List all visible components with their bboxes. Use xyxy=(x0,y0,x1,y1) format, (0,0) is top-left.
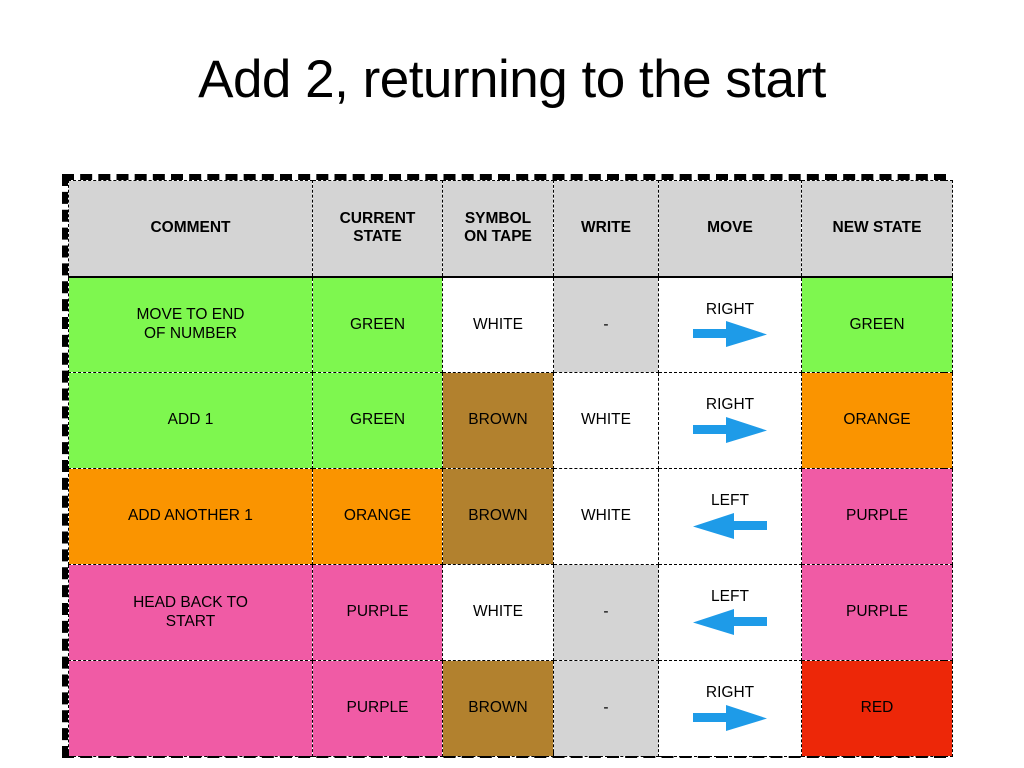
column-header-comment: COMMENT xyxy=(68,180,313,278)
cell-move: RIGHT xyxy=(658,276,802,373)
table-row: PURPLE BROWN - RIGHT RED xyxy=(68,660,953,757)
cell-current-state: PURPLE xyxy=(312,660,443,757)
cell-comment-line2: START xyxy=(165,612,216,630)
cell-write: - xyxy=(553,564,659,661)
cell-current-state: PURPLE xyxy=(312,564,443,661)
column-header-new-state: NEW STATE xyxy=(801,180,953,278)
column-header-symbol-on-tape-line2: ON TAPE xyxy=(464,228,532,246)
table-row: HEAD BACK TO START PURPLE WHITE - LEFT PURPLE xyxy=(68,564,953,661)
move-arrow-icon xyxy=(693,608,767,635)
cell-write: WHITE xyxy=(553,468,659,565)
cell-comment xyxy=(68,660,313,757)
cell-move: LEFT xyxy=(658,468,802,565)
move-label: RIGHT xyxy=(705,684,755,702)
move-content: RIGHT xyxy=(663,280,797,371)
cell-new-state: PURPLE xyxy=(801,564,953,661)
column-header-current-state-line1: CURRENT xyxy=(339,209,416,227)
cell-comment: ADD 1 xyxy=(68,372,313,469)
move-label: RIGHT xyxy=(705,396,755,414)
column-header-current-state: CURRENT STATE xyxy=(312,180,443,278)
table-header-row: COMMENT CURRENT STATE SYMBOL ON TAPE WRI… xyxy=(68,180,953,278)
cell-comment-line1: MOVE TO END xyxy=(136,306,245,324)
move-content: RIGHT xyxy=(663,663,797,754)
column-header-move: MOVE xyxy=(658,180,802,278)
move-arrow-icon xyxy=(693,321,767,347)
cell-move: RIGHT xyxy=(658,660,802,757)
table-header: COMMENT CURRENT STATE SYMBOL ON TAPE WRI… xyxy=(68,180,953,278)
turing-machine-transition-table: COMMENT CURRENT STATE SYMBOL ON TAPE WRI… xyxy=(68,180,953,757)
table-row: ADD 1 GREEN BROWN WHITE RIGHT ORANGE xyxy=(68,372,953,469)
move-arrow-icon xyxy=(693,704,767,731)
cell-comment: MOVE TO END OF NUMBER xyxy=(68,276,313,373)
cell-comment-line1: ADD 1 xyxy=(167,411,214,429)
table-row: MOVE TO END OF NUMBER GREEN WHITE - RIGHT GREE… xyxy=(68,276,953,373)
cell-new-state: RED xyxy=(801,660,953,757)
cell-symbol-on-tape: BROWN xyxy=(442,660,554,757)
cell-comment-line1: HEAD BACK TO xyxy=(133,594,248,612)
cell-new-state: GREEN xyxy=(801,276,953,373)
column-header-write-label: WRITE xyxy=(581,219,631,237)
move-label: LEFT xyxy=(711,588,749,606)
cell-write: - xyxy=(553,276,659,373)
move-content: LEFT xyxy=(663,471,797,562)
cell-current-state: ORANGE xyxy=(312,468,443,565)
table-body: MOVE TO END OF NUMBER GREEN WHITE - RIGHT GREE… xyxy=(68,276,953,757)
cell-write: - xyxy=(553,660,659,757)
table-row: ADD ANOTHER 1 ORANGE BROWN WHITE LEFT PURPLE xyxy=(68,468,953,565)
cell-new-state: PURPLE xyxy=(801,468,953,565)
cell-symbol-on-tape: BROWN xyxy=(442,468,554,565)
cell-move: RIGHT xyxy=(658,372,802,469)
cell-comment-line2: OF NUMBER xyxy=(144,324,237,342)
move-arrow-icon xyxy=(693,416,767,443)
column-header-move-label: MOVE xyxy=(707,219,753,237)
transition-table-container: COMMENT CURRENT STATE SYMBOL ON TAPE WRI… xyxy=(62,174,953,758)
cell-new-state: ORANGE xyxy=(801,372,953,469)
column-header-write: WRITE xyxy=(553,180,659,278)
column-header-symbol-on-tape-line1: SYMBOL xyxy=(464,209,532,227)
cell-symbol-on-tape: WHITE xyxy=(442,276,554,373)
cell-symbol-on-tape: BROWN xyxy=(442,372,554,469)
cell-comment: ADD ANOTHER 1 xyxy=(68,468,313,565)
move-arrow-icon xyxy=(693,512,767,539)
column-header-comment-label: COMMENT xyxy=(150,219,231,237)
cell-move: LEFT xyxy=(658,564,802,661)
move-content: RIGHT xyxy=(663,375,797,466)
cell-comment-line1: ADD ANOTHER 1 xyxy=(128,507,253,525)
column-header-symbol-on-tape: SYMBOL ON TAPE xyxy=(442,180,554,278)
slide-canvas: Add 2, returning to the start COMMENT CU… xyxy=(0,0,1024,768)
column-header-new-state-label: NEW STATE xyxy=(832,219,922,237)
column-header-current-state-line2: STATE xyxy=(353,228,402,246)
move-label: RIGHT xyxy=(705,300,755,318)
page-title: Add 2, returning to the start xyxy=(198,50,826,109)
move-content: LEFT xyxy=(663,567,797,658)
cell-current-state: GREEN xyxy=(312,372,443,469)
move-label: LEFT xyxy=(711,492,749,510)
cell-write: WHITE xyxy=(553,372,659,469)
cell-comment: HEAD BACK TO START xyxy=(68,564,313,661)
cell-current-state: GREEN xyxy=(312,276,443,373)
cell-symbol-on-tape: WHITE xyxy=(442,564,554,661)
